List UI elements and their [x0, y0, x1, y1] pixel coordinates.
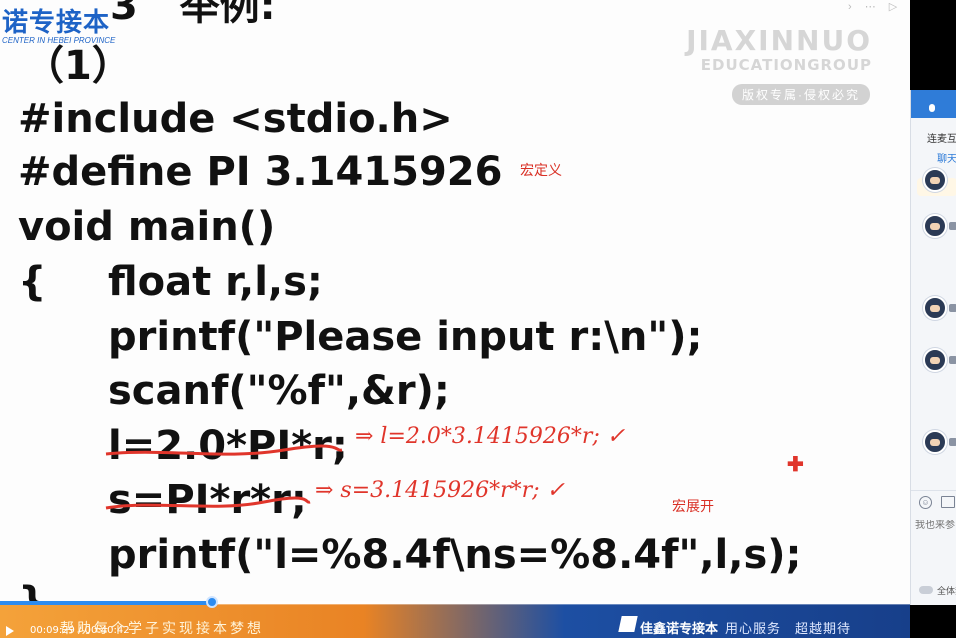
mute-all-toggle[interactable]: [919, 586, 933, 594]
logo-chinese: 诺专接本: [2, 8, 111, 38]
avatar[interactable]: [923, 168, 947, 192]
chat-input[interactable]: [915, 520, 955, 531]
handwritten-expansion-2: ⇒ s=3.1415926*r*r; ✓: [315, 478, 565, 503]
annotation-macro-define: 宏定义: [520, 163, 562, 179]
message-snippet: [949, 304, 956, 312]
microphone-icon[interactable]: [929, 104, 935, 112]
top-icons: › ⋯ ▷: [848, 0, 907, 13]
avatar[interactable]: [923, 214, 947, 238]
laser-pointer-icon: ✚: [787, 454, 804, 476]
slide-heading: 3 举例:: [110, 0, 276, 29]
avatar[interactable]: [923, 296, 947, 320]
image-icon[interactable]: [941, 496, 955, 508]
avatar[interactable]: [923, 348, 947, 372]
message-snippet: [949, 438, 956, 446]
video-progress-fill: [0, 601, 213, 605]
video-frame[interactable]: 诺专接本 CENTER IN HEBEI PROVINCE JIAXINNUO …: [0, 0, 910, 604]
avatar[interactable]: [923, 430, 947, 454]
strike-line-1: [105, 444, 343, 456]
more-icon[interactable]: ⋯: [865, 1, 876, 13]
emoji-icon[interactable]: ☺: [919, 496, 932, 509]
banner-brand: 佳鑫诺专接本: [640, 622, 719, 637]
play-icon[interactable]: [6, 626, 14, 636]
chat-panel: 连麦互动 聊天 ✎ ☺ 全体禁言: [910, 90, 956, 605]
mute-all-label: 全体禁言: [937, 587, 956, 597]
code-line-printf-result: printf("l=%8.4f\ns=%8.4f",l,s);: [108, 532, 802, 578]
expand-icon[interactable]: ▷: [889, 1, 897, 13]
strike-line-2: [105, 496, 311, 510]
code-line-printf-prompt: printf("Please input r:\n");: [108, 314, 703, 360]
code-line-scanf: scanf("%f",&r);: [108, 368, 450, 414]
chat-title[interactable]: 连麦互动: [927, 130, 956, 145]
annotation-macro-expand: 宏展开: [672, 499, 714, 515]
banner-tag-expectation: 超越期待: [795, 622, 852, 637]
video-progress-bar[interactable]: [0, 596, 910, 608]
tab-chat[interactable]: 聊天: [937, 150, 956, 165]
message-snippet: [949, 356, 956, 364]
code-line-declare: float r,l,s;: [108, 259, 323, 305]
watermark-copyright: 版权专属·侵权必究: [732, 84, 870, 105]
code-line-include: #include <stdio.h>: [18, 96, 453, 142]
code-line-define: #define PI 3.1415926: [18, 149, 503, 195]
code-line-brace-open: {: [18, 259, 47, 305]
brand-logo-icon: [618, 616, 638, 632]
message-snippet: [949, 222, 956, 230]
video-progress-handle[interactable]: [206, 596, 219, 608]
handwritten-expansion-1: ⇒ l=2.0*3.1415926*r; ✓: [355, 424, 626, 449]
section-label: （1）: [24, 43, 132, 89]
chevron-right-icon[interactable]: ›: [848, 1, 852, 13]
watermark-line1: JIAXINNUO: [686, 24, 872, 57]
banner-tag-service: 用心服务: [725, 622, 782, 637]
watermark-line2: EDUCATIONGROUP: [700, 56, 872, 74]
code-line-main: void main(): [18, 204, 276, 250]
time-readout: 00:09:29 / 00:40:42: [30, 625, 130, 636]
